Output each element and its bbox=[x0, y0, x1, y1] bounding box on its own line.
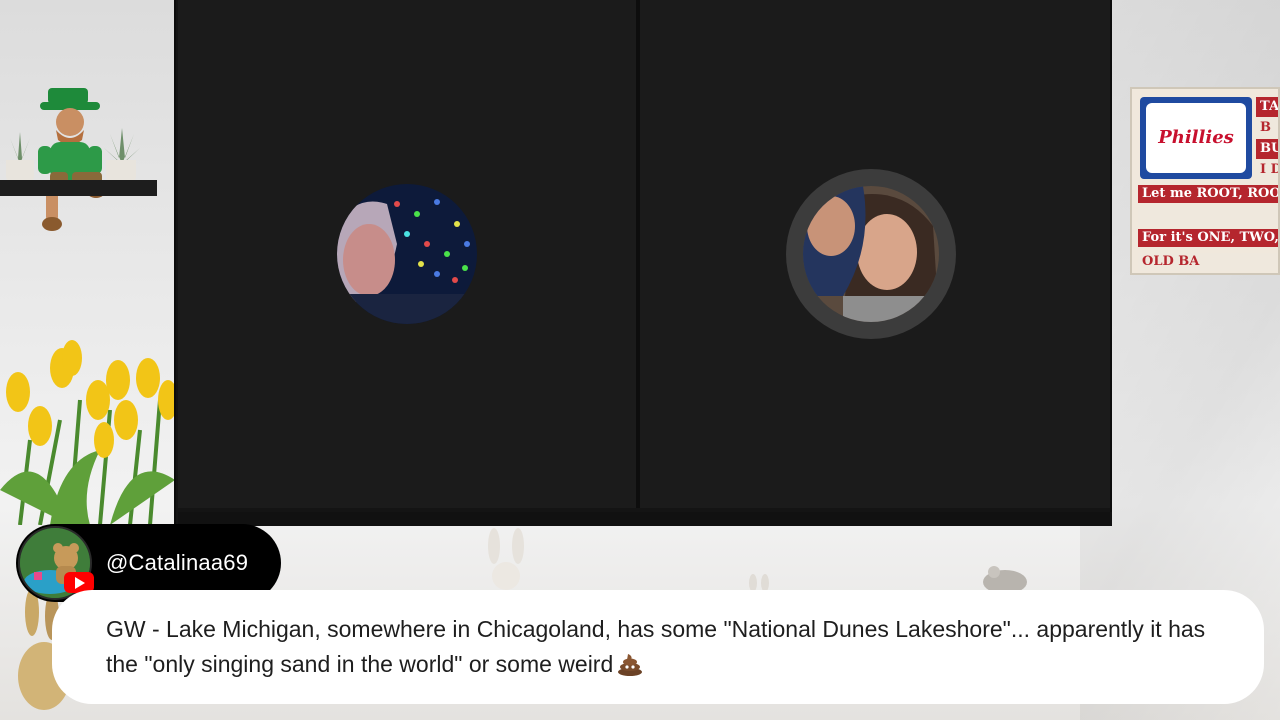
participant-avatar-right-speaking[interactable] bbox=[786, 169, 956, 339]
succulent-left bbox=[4, 132, 36, 164]
participant-avatar-left[interactable] bbox=[337, 184, 477, 324]
phillies-wall-sign: Phillies TA B BU I DON'T Let me ROOT, RO… bbox=[1130, 87, 1280, 275]
participant-tile-left[interactable] bbox=[178, 0, 636, 508]
poop-emoji-icon bbox=[618, 654, 643, 676]
phillies-logo-text: Phillies bbox=[1158, 127, 1234, 148]
chat-message-bubble: GW - Lake Michigan, somewhere in Chicago… bbox=[52, 590, 1264, 704]
stage-base bbox=[178, 512, 1112, 526]
bunny-figurine bbox=[488, 528, 524, 590]
sign-row-1: Let me ROOT, ROOT, R bbox=[1138, 185, 1278, 203]
participant-tile-right[interactable] bbox=[640, 0, 1110, 508]
tulip-bouquet bbox=[0, 340, 175, 525]
bunny-figurine-right bbox=[983, 566, 1027, 592]
chat-username[interactable]: @Catalinaa69 bbox=[106, 550, 248, 576]
leprechaun-figure bbox=[38, 88, 106, 231]
phillies-logo: Phillies bbox=[1140, 97, 1252, 179]
wall-shelf bbox=[0, 180, 157, 196]
participant-photo-right bbox=[803, 186, 939, 322]
sign-row-4: OLD BA bbox=[1138, 253, 1278, 271]
succulent-right bbox=[104, 128, 140, 164]
sign-row-2 bbox=[1138, 207, 1278, 225]
sign-row-3: For it's ONE, TWO, TH bbox=[1138, 229, 1278, 247]
call-stage bbox=[174, 0, 1112, 526]
participant-photo-left bbox=[337, 184, 477, 324]
chat-message-body: GW - Lake Michigan, somewhere in Chicago… bbox=[106, 616, 1206, 677]
sign-side-text: TA B BU I DON'T bbox=[1256, 97, 1278, 180]
chat-message-text: GW - Lake Michigan, somewhere in Chicago… bbox=[106, 612, 1234, 682]
